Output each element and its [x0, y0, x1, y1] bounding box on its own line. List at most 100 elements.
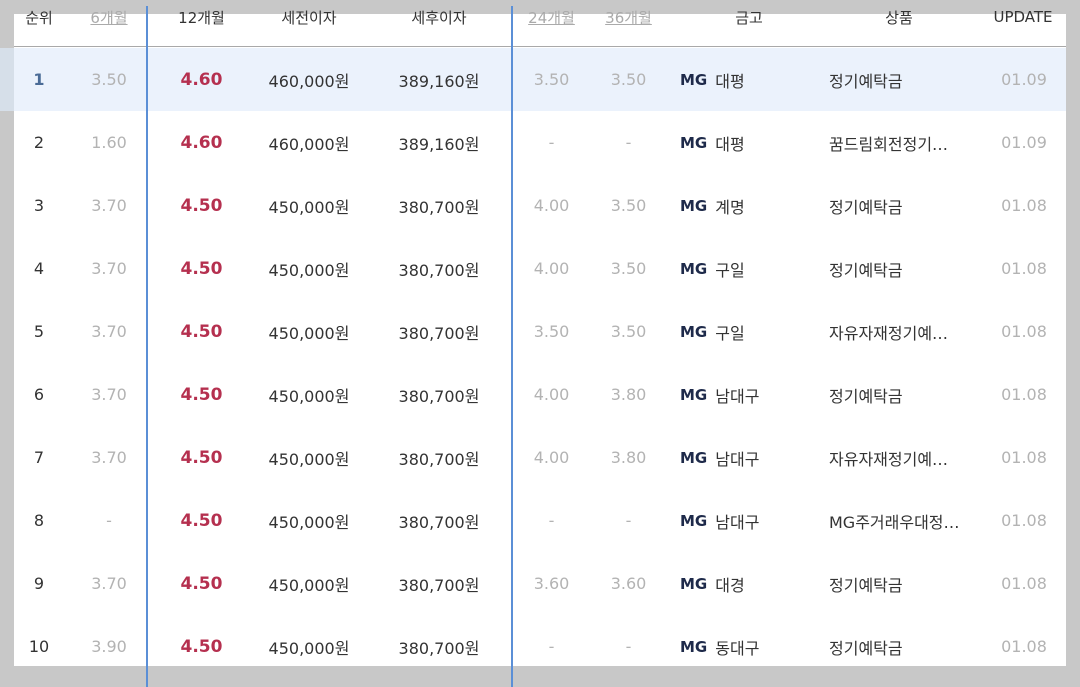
rate-12m-cell: 4.50: [180, 573, 223, 594]
product-name-cell[interactable]: 자유자재정기예…: [829, 300, 979, 363]
rank-cell: 9: [33, 574, 45, 593]
col-header-12m[interactable]: 12개월: [164, 0, 239, 34]
bank-cell[interactable]: MG 대경: [680, 552, 820, 615]
rate-24m-cell: 4.00: [533, 385, 570, 404]
pre-tax-interest-cell: 460,000원: [268, 71, 350, 91]
product-name-cell[interactable]: 정기예탁금: [829, 174, 979, 237]
rate-6m-cell: 1.60: [91, 133, 127, 152]
rate-36m-cell: 3.80: [610, 385, 647, 404]
rate-24m-cell: 4.00: [533, 448, 570, 467]
bank-cell[interactable]: MG 동대구: [680, 615, 820, 678]
bank-cell[interactable]: MG 구일: [680, 300, 820, 363]
mg-logo: MG: [680, 511, 708, 530]
branch-name: 대경: [715, 575, 745, 595]
table-row[interactable]: 8 - 4.50 450,000원 380,700원 - - MG 남대구 MG주거래우대정… 01…: [14, 489, 1066, 552]
bank-cell[interactable]: MG 대평: [680, 111, 820, 174]
col-header-post-tax: 세후이자: [411, 8, 467, 27]
pre-tax-interest-cell: 460,000원: [268, 134, 350, 154]
update-date-cell: 01.08: [1001, 448, 1047, 467]
col-header-36m[interactable]: 36개월: [591, 0, 666, 34]
rate-12m-cell: 4.50: [180, 510, 223, 531]
rate-36m-cell: -: [625, 133, 632, 152]
col-header-update: UPDATE: [993, 8, 1053, 26]
mg-logo: MG: [680, 637, 708, 656]
rank-cell: 1: [33, 70, 45, 89]
rate-36m-cell: -: [625, 637, 632, 656]
pre-tax-interest-cell: 450,000원: [268, 449, 350, 469]
product-name-cell[interactable]: 정기예탁금: [829, 552, 979, 615]
table-row[interactable]: 1 3.50 4.60 460,000원 389,160원 3.50 3.50 MG 대평 정기예…: [0, 48, 1066, 111]
product-name-cell[interactable]: 정기예탁금: [829, 615, 979, 678]
branch-name: 남대구: [715, 386, 760, 406]
rate-24m-cell: -: [548, 133, 555, 152]
product-name-cell[interactable]: 정기예탁금: [829, 237, 979, 300]
table-row[interactable]: 6 3.70 4.50 450,000원 380,700원 4.00 3.80 MG 남대구 정기…: [14, 363, 1066, 426]
table-row[interactable]: 2 1.60 4.60 460,000원 389,160원 - - MG 대평 꿈드림회전정기… 0…: [14, 111, 1066, 174]
product-name-cell[interactable]: 정기예탁금: [829, 48, 979, 111]
rank-cell: 4: [33, 259, 45, 278]
pre-tax-interest-cell: 450,000원: [268, 323, 350, 343]
post-tax-interest-cell: 380,700원: [398, 197, 480, 217]
mg-logo: MG: [680, 259, 708, 278]
rate-12m-cell: 4.50: [180, 636, 223, 657]
mg-logo: MG: [680, 448, 708, 467]
post-tax-interest-cell: 380,700원: [398, 449, 480, 469]
table-header: 순위 6개월 12개월 세전이자 세후이자 24개월 36개월 금고 상품 UP…: [14, 0, 1066, 47]
bank-cell[interactable]: MG 계명: [680, 174, 820, 237]
product-name-cell[interactable]: MG주거래우대정…: [829, 489, 979, 552]
col-header-rank: 순위: [25, 8, 53, 27]
product-name-cell[interactable]: 꿈드림회전정기…: [829, 111, 979, 174]
col-header-product: 상품: [885, 8, 913, 27]
mg-logo: MG: [680, 133, 708, 152]
pre-tax-interest-cell: 450,000원: [268, 197, 350, 217]
rank-cell: 5: [33, 322, 45, 341]
bank-cell[interactable]: MG 남대구: [680, 363, 820, 426]
rate-6m-cell: 3.50: [91, 70, 127, 89]
product-name-cell[interactable]: 정기예탁금: [829, 363, 979, 426]
col-header-24m[interactable]: 24개월: [514, 0, 589, 34]
update-date-cell: 01.08: [1001, 574, 1047, 593]
rate-6m-cell: 3.70: [91, 196, 127, 215]
pre-tax-interest-cell: 450,000원: [268, 260, 350, 280]
table-row[interactable]: 5 3.70 4.50 450,000원 380,700원 3.50 3.50 MG 구일 자유자…: [14, 300, 1066, 363]
branch-name: 대평: [715, 134, 745, 154]
table-row[interactable]: 3 3.70 4.50 450,000원 380,700원 4.00 3.50 MG 계명 정기예…: [14, 174, 1066, 237]
rate-36m-cell: 3.80: [610, 448, 647, 467]
rank-cell: 3: [33, 196, 45, 215]
update-date-cell: 01.08: [1001, 511, 1047, 530]
update-date-cell: 01.08: [1001, 385, 1047, 404]
post-tax-interest-cell: 380,700원: [398, 512, 480, 532]
rate-24m-cell: 3.50: [533, 70, 570, 89]
bank-cell[interactable]: MG 대평: [680, 48, 820, 111]
product-name-cell[interactable]: 자유자재정기예…: [829, 426, 979, 489]
branch-name: 남대구: [715, 512, 760, 532]
mg-logo: MG: [680, 574, 708, 593]
rate-36m-cell: 3.50: [610, 70, 647, 89]
col-header-bank: 금고: [735, 8, 763, 27]
bank-cell[interactable]: MG 구일: [680, 237, 820, 300]
rate-24m-cell: 3.60: [533, 574, 570, 593]
table-row[interactable]: 10 3.90 4.50 450,000원 380,700원 - - MG 동대구 정기예탁금 01…: [14, 615, 1066, 678]
rate-6m-cell: 3.70: [91, 259, 127, 278]
rank-cell: 7: [33, 448, 45, 467]
rate-24m-cell: 4.00: [533, 259, 570, 278]
table-row[interactable]: 9 3.70 4.50 450,000원 380,700원 3.60 3.60 MG 대경 정기예…: [14, 552, 1066, 615]
bank-cell[interactable]: MG 남대구: [680, 489, 820, 552]
table-row[interactable]: 7 3.70 4.50 450,000원 380,700원 4.00 3.80 MG 남대구 자유…: [14, 426, 1066, 489]
rate-6m-cell: 3.70: [91, 322, 127, 341]
rate-36m-cell: 3.60: [610, 574, 647, 593]
update-date-cell: 01.09: [1001, 70, 1047, 89]
table-row[interactable]: 4 3.70 4.50 450,000원 380,700원 4.00 3.50 MG 구일 정기예…: [14, 237, 1066, 300]
rate-36m-cell: 3.50: [610, 322, 647, 341]
mg-logo: MG: [680, 196, 708, 215]
branch-name: 남대구: [715, 449, 760, 469]
mg-logo: MG: [680, 70, 708, 89]
rate-12m-cell: 4.60: [180, 69, 223, 90]
post-tax-interest-cell: 380,700원: [398, 386, 480, 406]
rate-36m-cell: 3.50: [610, 196, 647, 215]
rate-6m-cell: 3.90: [91, 637, 127, 656]
col-header-6m[interactable]: 6개월: [74, 0, 144, 34]
rate-24m-cell: -: [548, 511, 555, 530]
rate-12m-cell: 4.50: [180, 195, 223, 216]
bank-cell[interactable]: MG 남대구: [680, 426, 820, 489]
